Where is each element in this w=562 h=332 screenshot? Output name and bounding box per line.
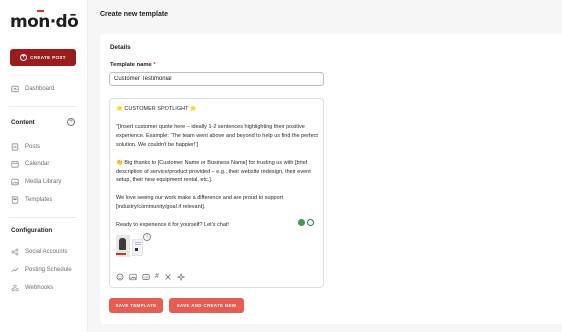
sidebar-item-calendar[interactable]: Calendar [11, 160, 49, 168]
location-pin-icon[interactable] [298, 219, 305, 226]
template-name-input[interactable] [109, 72, 324, 86]
plus-icon: + [20, 54, 28, 61]
sidebar-item-label: Dashboard [25, 86, 55, 92]
templates-icon [11, 196, 19, 204]
ai-sparkle-icon[interactable] [176, 273, 185, 281]
sidebar-item-label: Webhooks [25, 285, 54, 291]
image-icon [11, 178, 19, 186]
sidebar-item-media-library[interactable]: Media Library [11, 178, 61, 186]
image-icon[interactable] [129, 273, 137, 281]
sidebar-item-label: Social Accounts [25, 249, 68, 255]
tools-icon[interactable] [164, 273, 172, 281]
editor-extension-icons [298, 219, 314, 226]
sidebar-item-templates[interactable]: Templates [11, 196, 52, 204]
page-title: Create new template [100, 11, 169, 18]
editor-line: "[Insert customer quote here – ideally 1… [116, 123, 320, 148]
dashboard-icon [11, 85, 19, 93]
editor-line: Ready to experience it for yourself? Let… [116, 222, 229, 229]
share-icon [11, 248, 19, 256]
attached-media: i [116, 233, 151, 261]
post-content-editor[interactable]: 🌟 CUSTOMER SPOTLIGHT 🌟 "[Insert customer… [109, 98, 324, 288]
editor-line: 🌟 CUSTOMER SPOTLIGHT 🌟 [116, 106, 197, 112]
media-thumbnail[interactable] [132, 239, 143, 256]
gif-icon[interactable]: GIF [142, 273, 150, 281]
sidebar-divider [9, 106, 77, 107]
details-card: Details Template name * 🌟 CUSTOMER SPOTL… [100, 34, 562, 324]
section-title-content: Content [11, 119, 35, 126]
svg-text:GIF: GIF [144, 275, 149, 279]
sidebar-item-dashboard[interactable]: Dashboard [11, 85, 54, 93]
sidebar-item-webhooks[interactable]: Webhooks [11, 284, 53, 292]
required-marker: * [153, 62, 156, 68]
sidebar-item-posting-schedule[interactable]: Posting Schedule [11, 266, 72, 274]
create-post-button[interactable]: + CREATE POST [10, 49, 76, 66]
sidebar-item-label: Posts [25, 144, 41, 150]
emoji-icon[interactable] [116, 273, 124, 281]
editor-line: We love seeing our work make a differenc… [116, 195, 285, 211]
editor-toolbar: GIF # [116, 273, 185, 281]
template-name-label: Template name * [110, 62, 156, 68]
webhook-icon [11, 284, 19, 292]
sidebar-item-label: Media Library [25, 179, 62, 185]
sidebar-item-label: Calendar [25, 161, 50, 167]
main-content: Create new template Details Template nam… [88, 0, 562, 332]
save-template-button[interactable]: SAVE TEMPLATE [109, 298, 163, 313]
grammarly-icon[interactable] [307, 219, 314, 226]
sidebar-item-social-accounts[interactable]: Social Accounts [11, 248, 67, 256]
schedule-icon [11, 267, 19, 272]
sidebar-item-posts[interactable]: Posts [11, 143, 40, 151]
add-content-icon[interactable]: + [67, 118, 75, 126]
sidebar-divider [9, 217, 77, 218]
create-post-label: CREATE POST [30, 55, 66, 60]
editor-text[interactable]: 🌟 CUSTOMER SPOTLIGHT 🌟 "[Insert customer… [116, 105, 320, 230]
save-and-create-new-button[interactable]: SAVE AND CREATE NEW [169, 298, 244, 313]
remove-media-icon[interactable]: i [143, 233, 151, 241]
sidebar-item-label: Posting Schedule [25, 267, 72, 273]
logo-accent-bar [37, 10, 44, 12]
logo-text: mon·dō [10, 12, 79, 32]
section-title-configuration: Configuration [11, 227, 53, 234]
sidebar-item-label: Templates [25, 197, 53, 203]
details-title: Details [110, 44, 131, 51]
hashtag-icon[interactable]: # [155, 273, 159, 281]
posts-icon [11, 143, 19, 151]
editor-line: 👏 Big thanks to [Customer Name or Busine… [116, 159, 313, 184]
calendar-icon [11, 160, 19, 168]
sidebar: mon·dō + CREATE POST Dashboard Content +… [0, 0, 88, 332]
media-thumbnail[interactable] [116, 235, 130, 257]
mondo-logo[interactable]: mon·dō [10, 10, 79, 32]
